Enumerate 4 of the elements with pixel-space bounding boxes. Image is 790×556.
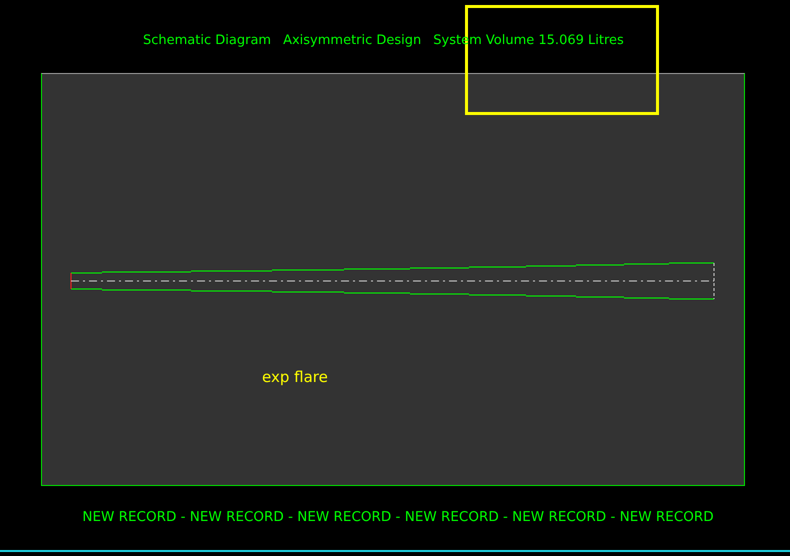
header-title: Schematic Diagram <box>143 33 272 49</box>
status-text: NEW RECORD - NEW RECORD - NEW RECORD - NEW RECORD - NEW RECORD - NEW RECORD <box>82 509 714 525</box>
header-title: Axisymmetric Design <box>283 33 422 49</box>
duct-label: exp flare <box>262 368 328 386</box>
